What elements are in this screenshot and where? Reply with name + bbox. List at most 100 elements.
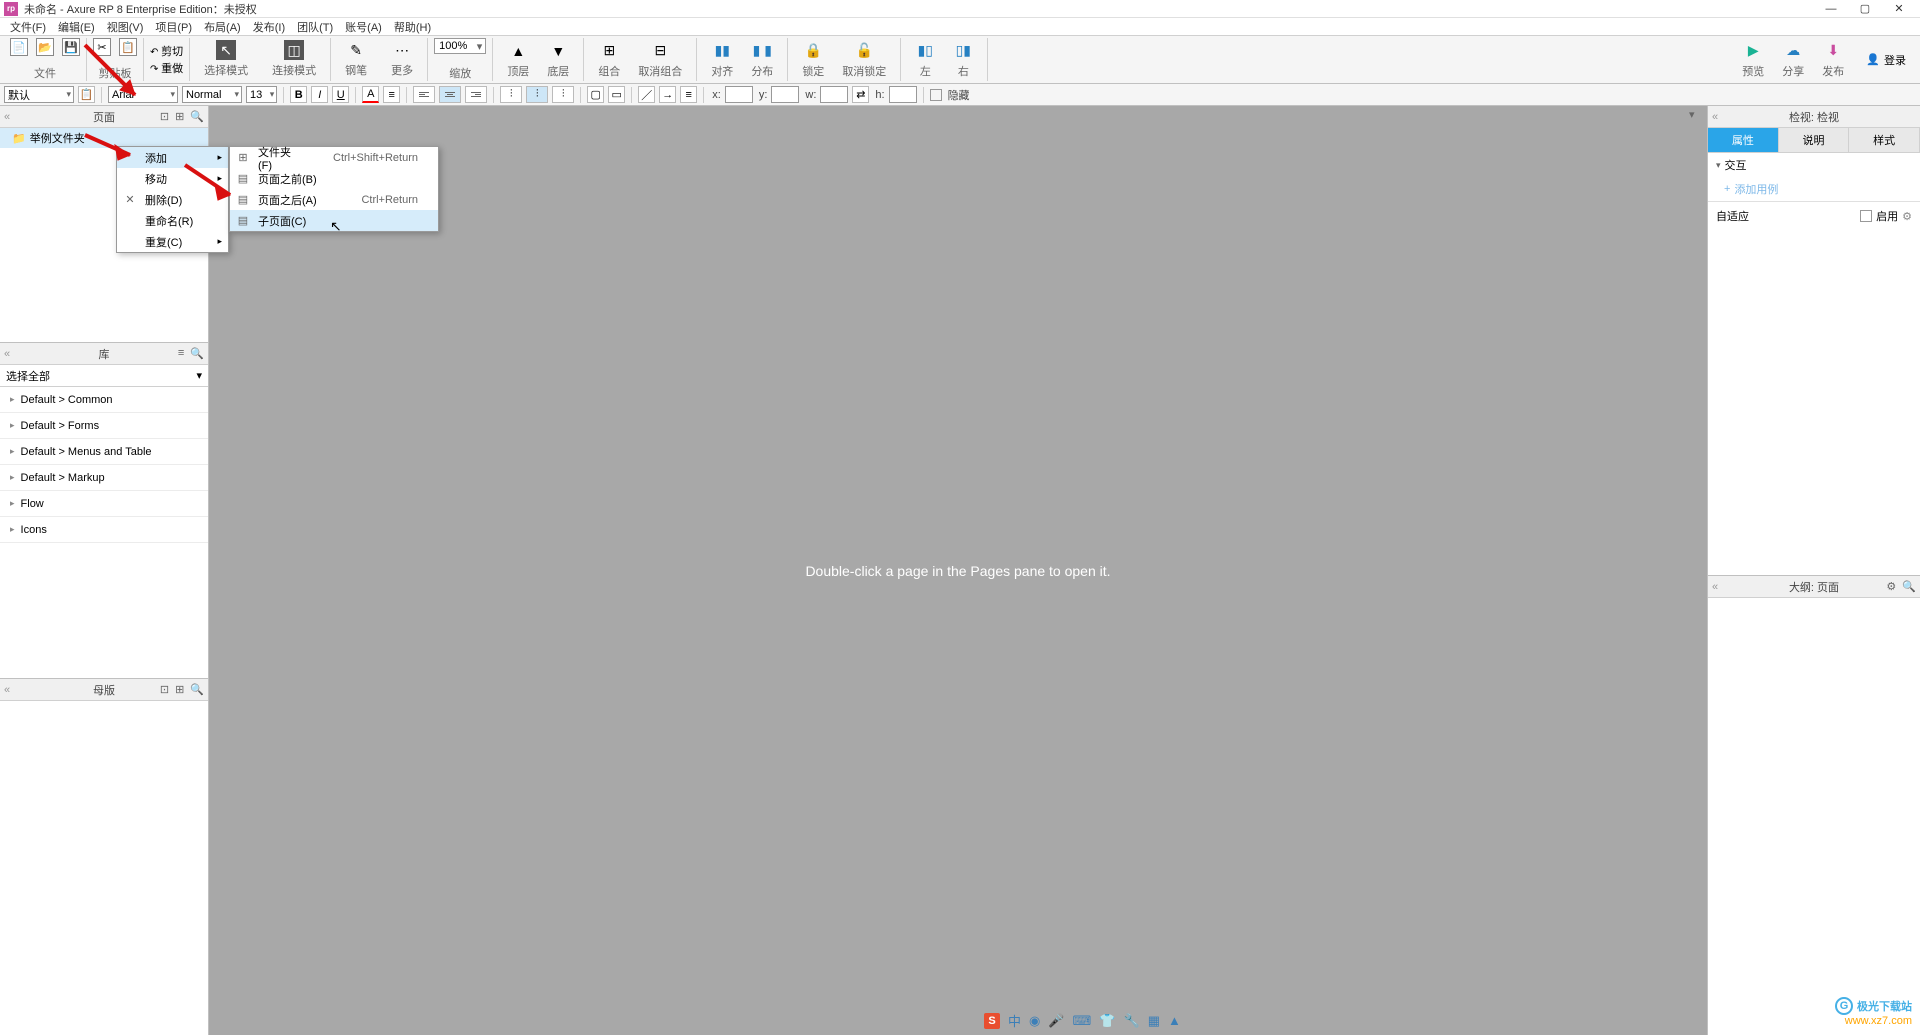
publish-button[interactable]: ⬇发布 (1814, 39, 1852, 81)
align-right-icon[interactable] (465, 86, 487, 103)
menu-team[interactable]: 团队(T) (291, 17, 339, 37)
add-folder-icon[interactable]: ⊡ (160, 110, 169, 123)
ime-skin-icon[interactable]: 👕 (1099, 1013, 1115, 1029)
open-file-icon[interactable]: 📂 (36, 38, 54, 56)
valign-middle-icon[interactable]: ⫶ (526, 86, 548, 103)
font-color-icon[interactable]: A (362, 86, 379, 103)
ctx-folder[interactable]: ⊞文件夹(F)Ctrl+Shift+Return (230, 147, 438, 168)
more-button[interactable]: ⋯ 更多 (383, 38, 421, 80)
w-input[interactable] (820, 86, 848, 103)
connect-mode-button[interactable]: ◫ 连接模式 (264, 38, 324, 80)
pen-button[interactable]: ✎ 钢笔 (337, 38, 375, 80)
lock-button[interactable]: 🔒锁定 (794, 39, 832, 81)
menu-help[interactable]: 帮助(H) (388, 17, 437, 37)
adaptive-settings-icon[interactable]: ⚙ (1902, 210, 1912, 223)
lib-search-icon[interactable]: 🔍 (190, 347, 204, 360)
underline-icon[interactable]: U (332, 86, 349, 103)
lib-item-icons[interactable]: ▸Icons (0, 517, 208, 543)
line-width-icon[interactable]: ≡ (680, 86, 697, 103)
menu-publish[interactable]: 发布(I) (247, 17, 291, 37)
h-input[interactable] (889, 86, 917, 103)
outline-search-icon[interactable]: 🔍 (1902, 580, 1916, 593)
outline-filter-icon[interactable]: ⚙ (1886, 580, 1896, 593)
lib-item-menus[interactable]: ▸Default > Menus and Table (0, 439, 208, 465)
lock-ratio-icon[interactable]: ⇄ (852, 86, 869, 103)
italic-icon[interactable]: I (311, 86, 328, 103)
fill-color-icon[interactable]: ▢ (587, 86, 604, 103)
collapse-lib-icon[interactable]: « (4, 348, 10, 360)
ime-mic-icon[interactable]: 🎤 (1048, 1013, 1064, 1029)
save-file-icon[interactable]: 💾 (62, 38, 80, 56)
library-select[interactable]: 选择全部 (0, 365, 208, 387)
add-page-icon[interactable]: ⊞ (175, 110, 184, 123)
valign-bottom-icon[interactable]: ⫶ (552, 86, 574, 103)
arrow-style-icon[interactable]: → (659, 86, 676, 103)
ime-lang-icon[interactable]: 中 (1008, 1011, 1021, 1030)
valign-top-icon[interactable]: ⫶ (500, 86, 522, 103)
add-case-button[interactable]: + 添加用例 (1708, 177, 1920, 201)
tab-style[interactable]: 样式 (1849, 128, 1920, 152)
login-button[interactable]: 👤登录 (1858, 50, 1916, 70)
ctx-duplicate[interactable]: 重复(C) (117, 231, 228, 252)
to-bottom-button[interactable]: ▼底层 (539, 39, 577, 81)
ime-logo-icon[interactable]: S (984, 1013, 1000, 1029)
menu-file[interactable]: 文件(F) (4, 17, 52, 37)
undo-label[interactable]: ↶ 剪切 (150, 43, 183, 59)
new-file-icon[interactable]: 📄 (10, 38, 28, 56)
ime-punct-icon[interactable]: ◉ (1029, 1013, 1040, 1029)
lib-menu-icon[interactable]: ≡ (178, 347, 184, 360)
select-mode-button[interactable]: ↖ 选择模式 (196, 38, 256, 80)
enable-adaptive-checkbox[interactable] (1860, 210, 1872, 222)
to-top-button[interactable]: ▲顶层 (499, 39, 537, 81)
size-select[interactable]: 13 (246, 86, 277, 103)
align-left-icon[interactable] (413, 86, 435, 103)
style-preset-select[interactable]: 默认 (4, 86, 74, 103)
hidden-checkbox[interactable] (930, 89, 942, 101)
menu-project[interactable]: 项目(P) (149, 17, 198, 37)
search-masters-icon[interactable]: 🔍 (190, 683, 204, 696)
lib-item-forms[interactable]: ▸Default > Forms (0, 413, 208, 439)
tab-properties[interactable]: 属性 (1708, 128, 1779, 152)
ctx-page-after[interactable]: ▤页面之后(A)Ctrl+Return (230, 189, 438, 210)
ime-pin-icon[interactable]: ▲ (1168, 1013, 1181, 1028)
ime-grid-icon[interactable]: ▦ (1148, 1013, 1160, 1029)
interaction-header[interactable]: ▾交互 (1708, 153, 1920, 177)
add-master-icon[interactable]: ⊞ (175, 683, 184, 696)
line-style-icon[interactable]: ／ (638, 86, 655, 103)
menu-edit[interactable]: 编辑(E) (52, 17, 101, 37)
collapse-icon[interactable]: « (4, 111, 10, 123)
collapse-outline-icon[interactable]: « (1712, 581, 1718, 593)
ime-keyboard-icon[interactable]: ⌨ (1073, 1013, 1092, 1029)
lib-item-common[interactable]: ▸Default > Common (0, 387, 208, 413)
group-button[interactable]: ⊞组合 (590, 39, 628, 81)
ctx-rename[interactable]: 重命名(R) (117, 210, 228, 231)
x-input[interactable] (725, 86, 753, 103)
menu-account[interactable]: 账号(A) (339, 17, 388, 37)
masters-content[interactable] (0, 700, 208, 1035)
maximize-button[interactable]: ▢ (1858, 2, 1872, 16)
minimize-button[interactable]: — (1824, 2, 1838, 16)
ime-tool-icon[interactable]: 🔧 (1124, 1013, 1140, 1029)
line-color-icon[interactable]: ▭ (608, 86, 625, 103)
collapse-masters-icon[interactable]: « (4, 684, 10, 696)
y-input[interactable] (771, 86, 799, 103)
right-button[interactable]: ▯▮右 (945, 39, 981, 81)
ungroup-button[interactable]: ⊟取消组合 (630, 39, 690, 81)
canvas-area[interactable]: ▾ Double-click a page in the Pages pane … (209, 106, 1707, 1035)
canvas-dropdown-icon[interactable]: ▾ (1689, 108, 1701, 118)
search-pages-icon[interactable]: 🔍 (190, 110, 204, 123)
bold-icon[interactable]: B (290, 86, 307, 103)
lib-item-flow[interactable]: ▸Flow (0, 491, 208, 517)
share-button[interactable]: ☁分享 (1774, 39, 1812, 81)
more-text-icon[interactable]: ≡ (383, 86, 400, 103)
menu-layout[interactable]: 布局(A) (198, 17, 247, 37)
weight-select[interactable]: Normal (182, 86, 242, 103)
menu-view[interactable]: 视图(V) (101, 17, 150, 37)
close-button[interactable]: ✕ (1892, 2, 1906, 16)
align-button[interactable]: ▮▮对齐 (703, 39, 741, 81)
left-button[interactable]: ▮▯左 (907, 39, 943, 81)
lib-item-markup[interactable]: ▸Default > Markup (0, 465, 208, 491)
distribute-button[interactable]: ▮ ▮分布 (743, 39, 781, 81)
preview-button[interactable]: ▶预览 (1734, 39, 1772, 81)
collapse-inspector-icon[interactable]: « (1712, 111, 1718, 123)
